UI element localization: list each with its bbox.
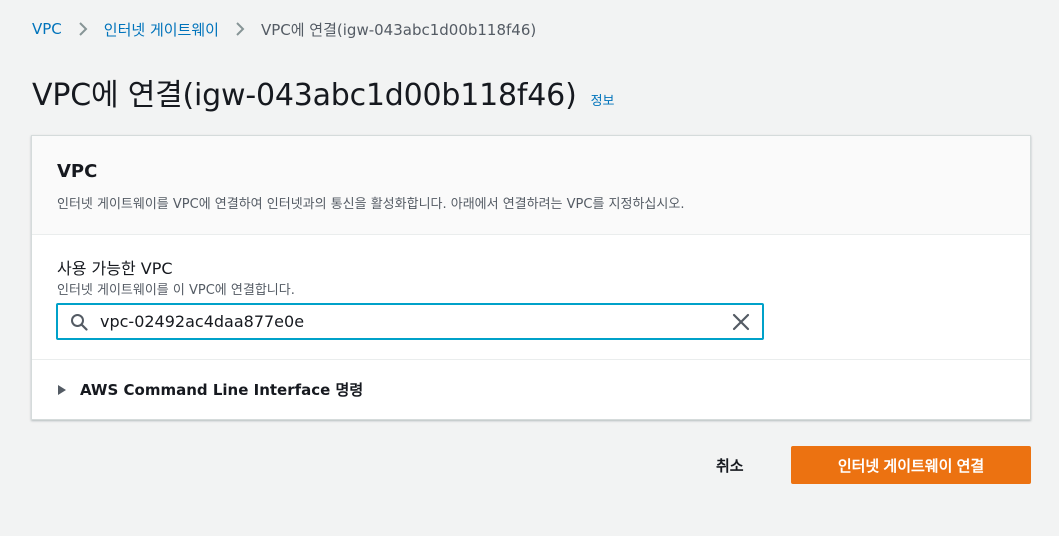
page-title: VPC에 연결(igw-043abc1d00b118f46) <box>32 78 577 113</box>
search-icon <box>70 313 88 331</box>
panel-description: 인터넷 게이트웨이를 VPC에 연결하여 인터넷과의 통신을 활성화합니다. 아… <box>57 197 685 212</box>
attach-internet-gateway-button[interactable]: 인터넷 게이트웨이 연결 <box>791 446 1031 484</box>
available-vpc-label: 사용 가능한 VPC <box>57 259 173 278</box>
breadcrumb-link-vpc[interactable]: VPC <box>32 20 62 38</box>
close-icon[interactable] <box>732 313 750 331</box>
breadcrumb-current: VPC에 연결(igw-043abc1d00b118f46) <box>260 20 537 39</box>
panel-title: VPC <box>57 161 98 182</box>
divider <box>32 359 1030 360</box>
cli-expander-label: AWS Command Line Interface 명령 <box>80 381 364 399</box>
available-vpc-description: 인터넷 게이트웨이를 이 VPC에 연결합니다. <box>57 283 295 298</box>
vpc-panel: VPC 인터넷 게이트웨이를 VPC에 연결하여 인터넷과의 통신을 활성화합니… <box>31 135 1031 420</box>
chevron-right-icon <box>78 22 88 36</box>
vpc-search-input[interactable] <box>100 312 700 331</box>
info-link[interactable]: 정보 <box>591 90 615 109</box>
cli-expander[interactable]: AWS Command Line Interface 명령 <box>57 379 363 400</box>
cancel-button[interactable]: 취소 <box>700 446 760 484</box>
vpc-search-field[interactable] <box>56 303 764 340</box>
breadcrumb-link-internet-gateways[interactable]: 인터넷 게이트웨이 <box>104 19 219 40</box>
panel-header: VPC 인터넷 게이트웨이를 VPC에 연결하여 인터넷과의 통신을 활성화합니… <box>32 136 1030 235</box>
chevron-right-icon <box>235 22 245 36</box>
breadcrumb: VPC 인터넷 게이트웨이 VPC에 연결(igw-043abc1d00b118… <box>32 17 536 41</box>
caret-right-icon <box>57 384 67 396</box>
page-header: VPC에 연결(igw-043abc1d00b118f46) 정보 <box>32 70 615 114</box>
